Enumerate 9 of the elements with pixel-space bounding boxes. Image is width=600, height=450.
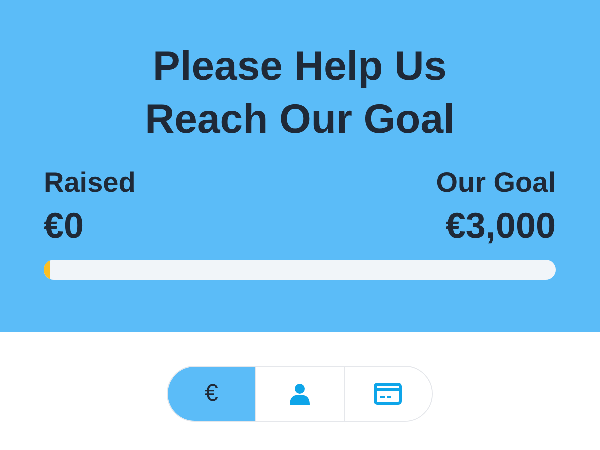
card-tab[interactable] [344, 367, 432, 421]
goal-amount: €3,000 [446, 204, 556, 248]
currency-tab[interactable]: € [168, 367, 256, 421]
goal-label: Our Goal [436, 166, 556, 200]
credit-card-icon [374, 383, 402, 405]
raised-amount: €0 [44, 204, 86, 248]
heading: Please Help Us Reach Our Goal [144, 42, 456, 144]
raised-label: Raised [44, 166, 136, 200]
person-icon [288, 383, 311, 405]
